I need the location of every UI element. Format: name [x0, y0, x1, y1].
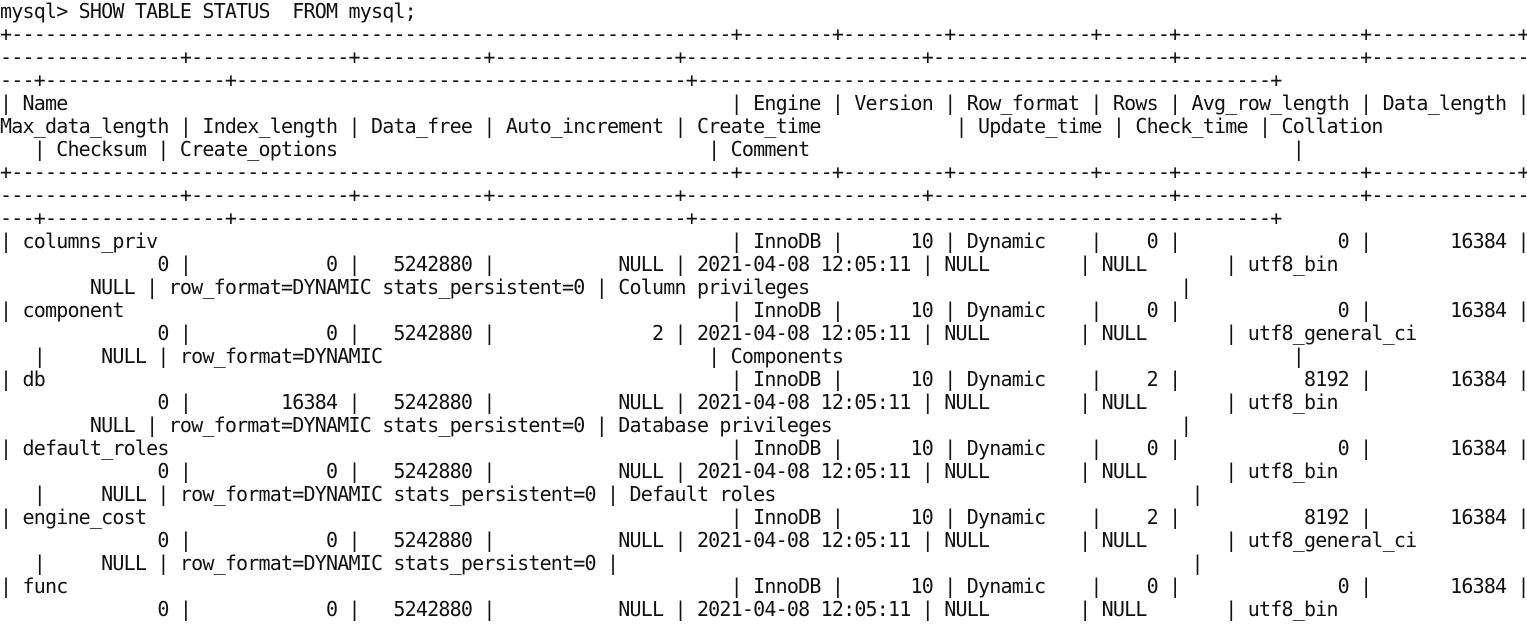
- table-row-line: 0 | 16384 | 5242880 | NULL | 2021-04-08 …: [0, 390, 1338, 414]
- table-border-line: ----------------+--------------+--------…: [0, 45, 1527, 69]
- command-prompt-line: mysql> SHOW TABLE STATUS FROM mysql;: [0, 0, 417, 23]
- table-row-line: | component | InnoDB | 10 | Dynamic | 0 …: [0, 298, 1527, 322]
- table-row-line: | db | InnoDB | 10 | Dynamic | 2 | 8192 …: [0, 367, 1527, 391]
- table-border-line: +---------------------------------------…: [0, 160, 1527, 184]
- table-border-line: ---+----------------+-------------------…: [0, 206, 1282, 230]
- table-row-line: | columns_priv | InnoDB | 10 | Dynamic |…: [0, 229, 1527, 253]
- table-row-line: 0 | 0 | 5242880 | NULL | 2021-04-08 12:0…: [0, 528, 1417, 552]
- table-row-line: 0 | 0 | 5242880 | NULL | 2021-04-08 12:0…: [0, 459, 1338, 483]
- table-border-line: ----------------+--------------+--------…: [0, 183, 1527, 207]
- table-row-line: NULL | row_format=DYNAMIC stats_persiste…: [0, 413, 1192, 437]
- table-row-line: | engine_cost | InnoDB | 10 | Dynamic | …: [0, 505, 1527, 529]
- table-row-line: | NULL | row_format=DYNAMIC stats_persis…: [0, 551, 1204, 575]
- table-header-line: | Name | Engine | Version | Row_format |…: [0, 91, 1527, 115]
- table-row-line: | default_roles | InnoDB | 10 | Dynamic …: [0, 436, 1527, 460]
- table-row-line: | NULL | row_format=DYNAMIC | Components…: [0, 344, 1305, 368]
- table-row-line: 0 | 0 | 5242880 | NULL | 2021-04-08 12:0…: [0, 252, 1338, 276]
- table-header-line: Max_data_length | Index_length | Data_fr…: [0, 114, 1383, 138]
- table-row-line: | func | InnoDB | 10 | Dynamic | 0 | 0 |…: [0, 574, 1527, 598]
- terminal-output[interactable]: mysql> SHOW TABLE STATUS FROM mysql; +--…: [0, 0, 1527, 624]
- table-row-line: NULL | row_format=DYNAMIC stats_persiste…: [0, 275, 1192, 299]
- table-row-line: 0 | 0 | 5242880 | NULL | 2021-04-08 12:0…: [0, 597, 1338, 621]
- table-header-line: | Checksum | Create_options | Comment |: [0, 137, 1305, 161]
- table-border-line: ---+----------------+-------------------…: [0, 68, 1282, 92]
- table-row-line: 0 | 0 | 5242880 | 2 | 2021-04-08 12:05:1…: [0, 321, 1417, 345]
- table-row-line: | NULL | row_format=DYNAMIC stats_persis…: [0, 482, 1204, 506]
- table-border-line: +---------------------------------------…: [0, 22, 1527, 46]
